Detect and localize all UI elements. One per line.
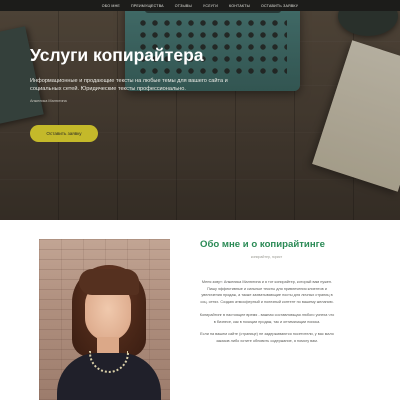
nav-link-about[interactable]: Обо мне: [102, 4, 120, 8]
nav-link-contacts[interactable]: Контакты: [229, 4, 250, 8]
hero-author: Анжелика Малютина: [30, 99, 67, 103]
hero-section: Услуги копирайтера Информационные и прод…: [0, 11, 400, 220]
about-subtitle: копирайтер, юрист: [250, 255, 283, 259]
about-text: Меня зовут: Анжелика Малютина и я тот ко…: [199, 279, 335, 351]
nav-link-advantages[interactable]: Преимущества: [131, 4, 164, 8]
nav-link-request[interactable]: Оставить заявку: [261, 4, 298, 8]
about-paragraph: Если на вашем сайте (странице) не задерж…: [200, 332, 334, 343]
top-navigation: Обо мне Преимущества Отзывы Услуги Конта…: [0, 0, 400, 11]
about-title: Обо мне и о копирайтинге: [200, 239, 325, 250]
about-section: Обо мне и о копирайтинге копирайтер, юри…: [0, 220, 400, 400]
nav-link-services[interactable]: Услуги: [203, 4, 218, 8]
about-paragraph: Копирайтинг в настоящее время - важная с…: [199, 312, 335, 324]
hero-title: Услуги копирайтера: [30, 45, 204, 65]
request-button[interactable]: Оставить заявку: [30, 125, 98, 142]
author-portrait: [39, 239, 170, 400]
about-paragraph: Меня зовут: Анжелика Малютина и я тот ко…: [200, 280, 334, 305]
hero-description: Информационные и продающие тексты на люб…: [30, 78, 228, 92]
nav-link-reviews[interactable]: Отзывы: [175, 4, 192, 8]
